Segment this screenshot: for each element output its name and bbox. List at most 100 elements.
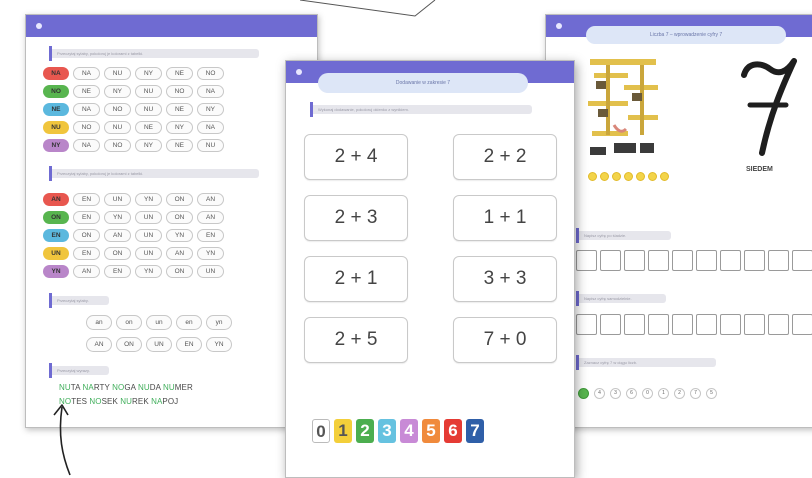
syllable-cell[interactable]: NU — [197, 139, 224, 152]
writing-box[interactable] — [576, 314, 597, 335]
writing-box[interactable] — [600, 250, 621, 271]
syllable-cell[interactable]: AN — [197, 211, 224, 224]
number-tile[interactable]: 3 — [378, 419, 396, 443]
syllable-bubble[interactable]: AN — [86, 337, 112, 352]
syllable-cell[interactable]: NA — [197, 85, 224, 98]
syllable-cell[interactable]: AN — [73, 265, 100, 278]
writing-box[interactable] — [576, 250, 597, 271]
syllable-cell[interactable]: YN — [166, 229, 193, 242]
syllable-cell[interactable]: YN — [104, 211, 131, 224]
syllable-bubble[interactable]: en — [176, 315, 202, 330]
writing-box[interactable] — [624, 314, 645, 335]
syllable-cell[interactable]: EN — [197, 229, 224, 242]
syllable-cell[interactable]: EN — [104, 265, 131, 278]
syllable-cell[interactable]: NU — [135, 103, 162, 116]
sequence-number[interactable]: 6 — [626, 388, 637, 399]
syllable-bubble[interactable]: un — [146, 315, 172, 330]
syllable-cell[interactable]: NA — [73, 67, 100, 80]
syllable-cell[interactable]: ON — [166, 193, 193, 206]
writing-box[interactable] — [792, 250, 812, 271]
writing-box[interactable] — [768, 250, 789, 271]
syllable-cell[interactable]: NA — [73, 139, 100, 152]
writing-box[interactable] — [600, 314, 621, 335]
equation-card[interactable]: 2 + 4 — [304, 134, 408, 180]
syllable-bubble[interactable]: ON — [116, 337, 142, 352]
addition-worksheet[interactable]: Dodawanie w zakresie 7 Wykonaj dodawanie… — [285, 60, 575, 478]
syllable-cell[interactable]: EN — [73, 247, 100, 260]
syllable-cell[interactable]: NU — [135, 85, 162, 98]
number-tile[interactable]: 4 — [400, 419, 418, 443]
syllable-cell[interactable]: UN — [135, 229, 162, 242]
sequence-number[interactable]: 5 — [706, 388, 717, 399]
syllable-cell[interactable]: EN — [73, 211, 100, 224]
syllable-cell[interactable]: AN — [166, 247, 193, 260]
syllable-cell[interactable]: NU — [104, 67, 131, 80]
sequence-number[interactable]: 1 — [658, 388, 669, 399]
syllable-cell[interactable]: NE — [166, 67, 193, 80]
syllable-cell[interactable]: UN — [104, 193, 131, 206]
number-tile[interactable]: 1 — [334, 419, 352, 443]
syllable-cell[interactable]: NU — [104, 121, 131, 134]
syllable-cell[interactable]: AN — [197, 193, 224, 206]
syllable-bubble[interactable]: EN — [176, 337, 202, 352]
syllable-bubble[interactable]: on — [116, 315, 142, 330]
syllable-cell[interactable]: UN — [197, 265, 224, 278]
syllable-cell[interactable]: NE — [135, 121, 162, 134]
number-tile[interactable]: 6 — [444, 419, 462, 443]
syllable-cell[interactable]: NE — [166, 103, 193, 116]
syllable-bubble[interactable]: yn — [206, 315, 232, 330]
sequence-number[interactable]: 0 — [642, 388, 653, 399]
syllable-cell[interactable]: NA — [197, 121, 224, 134]
syllable-cell[interactable]: YN — [197, 247, 224, 260]
syllable-cell[interactable]: NE — [166, 139, 193, 152]
syllable-cell[interactable]: NY — [135, 67, 162, 80]
writing-box[interactable] — [720, 250, 741, 271]
equation-card[interactable]: 1 + 1 — [453, 195, 557, 241]
syllable-cell[interactable]: ON — [104, 247, 131, 260]
sequence-number[interactable]: 2 — [674, 388, 685, 399]
syllable-cell[interactable]: ON — [166, 265, 193, 278]
syllable-cell[interactable]: NY — [166, 121, 193, 134]
syllable-cell[interactable]: NO — [104, 103, 131, 116]
sequence-number[interactable]: 3 — [610, 388, 621, 399]
writing-box[interactable] — [720, 314, 741, 335]
writing-box[interactable] — [696, 250, 717, 271]
writing-box[interactable] — [648, 250, 669, 271]
number-tile[interactable]: 2 — [356, 419, 374, 443]
syllable-bubble[interactable]: an — [86, 315, 112, 330]
number-tile[interactable]: 0 — [312, 419, 330, 443]
writing-box[interactable] — [696, 314, 717, 335]
equation-card[interactable]: 2 + 2 — [453, 134, 557, 180]
syllable-cell[interactable]: NO — [166, 85, 193, 98]
number-tile[interactable]: 5 — [422, 419, 440, 443]
syllable-cell[interactable]: UN — [135, 211, 162, 224]
writing-box[interactable] — [744, 314, 765, 335]
syllable-cell[interactable]: UN — [135, 247, 162, 260]
syllable-cell[interactable]: NO — [73, 121, 100, 134]
syllable-cell[interactable]: NO — [197, 67, 224, 80]
writing-box[interactable] — [792, 314, 812, 335]
syllable-cell[interactable]: NE — [73, 85, 100, 98]
writing-box[interactable] — [672, 250, 693, 271]
number-seven-worksheet[interactable]: Liczba 7 – wprowadzenie cyfry 7 SIEDEM N… — [545, 14, 812, 428]
writing-box[interactable] — [624, 250, 645, 271]
writing-box[interactable] — [744, 250, 765, 271]
syllable-bubble[interactable]: UN — [146, 337, 172, 352]
syllable-cell[interactable]: NO — [104, 139, 131, 152]
syllable-cell[interactable]: NY — [104, 85, 131, 98]
number-tile[interactable]: 7 — [466, 419, 484, 443]
equation-card[interactable]: 2 + 3 — [304, 195, 408, 241]
syllables-worksheet[interactable]: Przeczytaj sylaby, pokoloruj je kolorami… — [25, 14, 318, 428]
syllable-cell[interactable]: YN — [135, 193, 162, 206]
writing-box[interactable] — [648, 314, 669, 335]
equation-card[interactable]: 7 + 0 — [453, 317, 557, 363]
syllable-cell[interactable]: AN — [104, 229, 131, 242]
writing-box[interactable] — [672, 314, 693, 335]
syllable-cell[interactable]: YN — [135, 265, 162, 278]
equation-card[interactable]: 2 + 1 — [304, 256, 408, 302]
writing-box[interactable] — [768, 314, 789, 335]
syllable-cell[interactable]: NY — [197, 103, 224, 116]
syllable-bubble[interactable]: YN — [206, 337, 232, 352]
syllable-cell[interactable]: EN — [73, 193, 100, 206]
equation-card[interactable]: 3 + 3 — [453, 256, 557, 302]
